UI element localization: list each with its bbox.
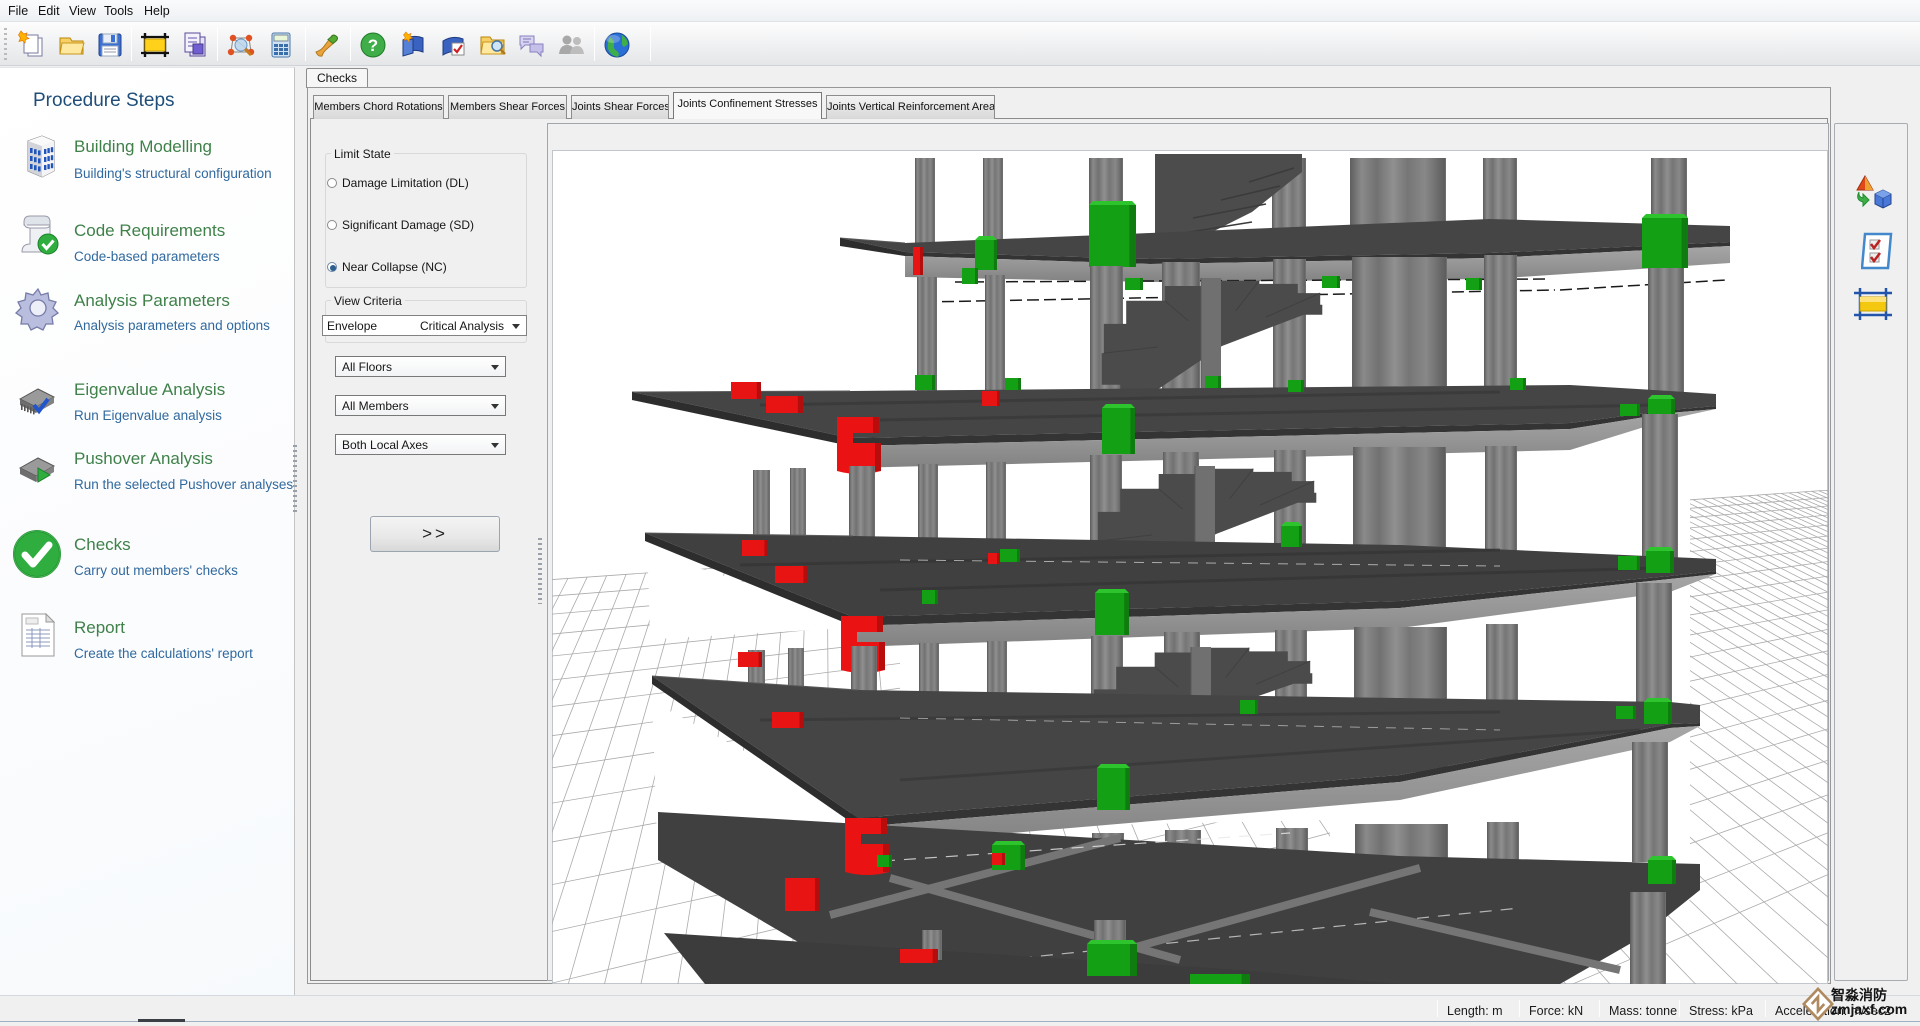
svg-text:?: ? [368, 36, 378, 55]
